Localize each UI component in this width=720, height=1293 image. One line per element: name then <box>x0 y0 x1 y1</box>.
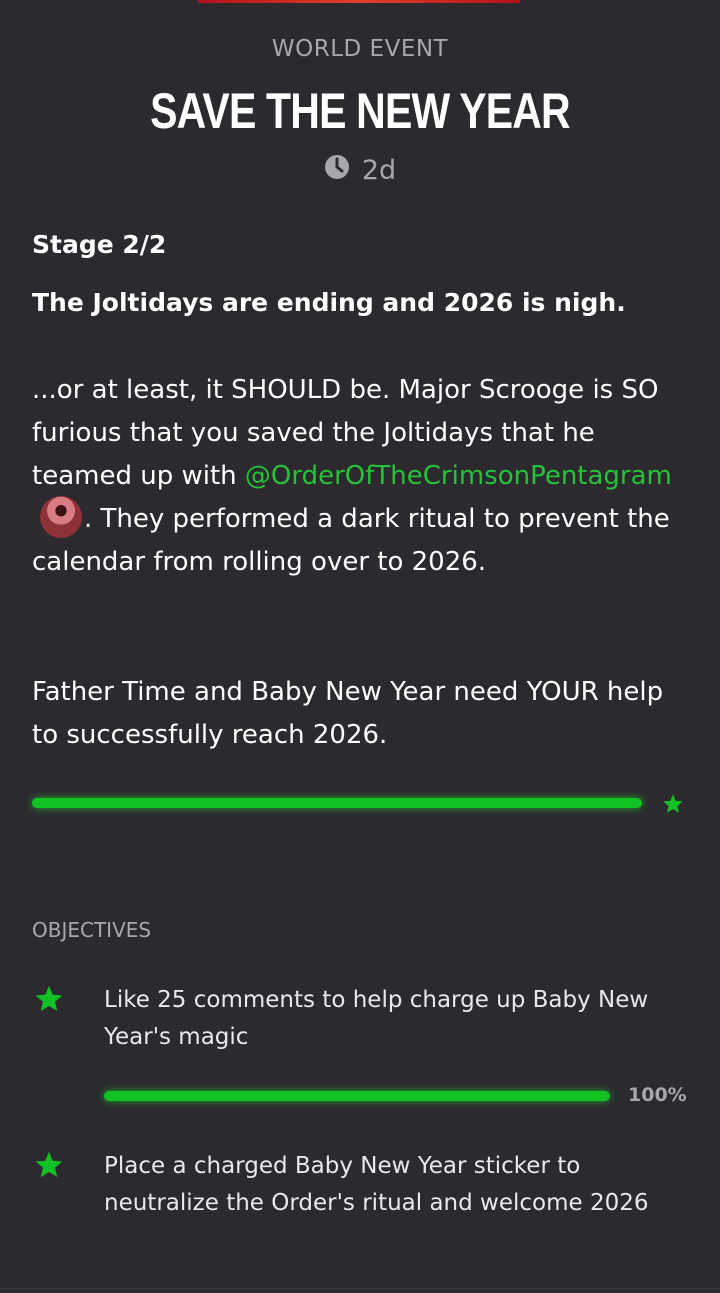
description-text: . They performed a dark ritual to preven… <box>32 504 670 577</box>
event-progress-fill <box>32 798 642 808</box>
event-progress-bar <box>32 798 642 808</box>
avatar[interactable] <box>40 495 82 538</box>
objective-text: Like 25 comments to help charge up Baby … <box>104 987 649 1050</box>
event-title: SAVE THE NEW YEAR <box>150 83 570 139</box>
objective-progress-bar <box>104 1091 610 1101</box>
user-mention-link[interactable]: @OrderOfTheCrimsonPentagram <box>245 461 672 491</box>
star-icon <box>662 793 684 819</box>
objectives-heading: OBJECTIVES <box>32 918 152 942</box>
objective-text: Place a charged Baby New Year sticker to… <box>104 1153 649 1216</box>
clock-icon <box>324 154 362 187</box>
divider <box>0 1288 720 1289</box>
objective-progress-fill <box>104 1091 610 1101</box>
objective-progress-percent: 100% <box>628 1084 687 1106</box>
description-paragraph: ...or at least, it SHOULD be. Major Scro… <box>32 369 692 584</box>
stage-label: Stage 2/2 <box>32 230 167 259</box>
time-remaining: 2d <box>361 155 397 186</box>
top-accent-bar <box>198 0 520 3</box>
description-lead: The Joltidays are ending and 2026 is nig… <box>32 288 626 317</box>
description-paragraph-2: Father Time and Baby New Year need YOUR … <box>32 677 664 750</box>
star-icon <box>34 1150 64 1184</box>
event-timer: 2d <box>0 154 720 187</box>
event-type-label: WORLD EVENT <box>271 36 449 62</box>
star-icon <box>34 984 64 1018</box>
